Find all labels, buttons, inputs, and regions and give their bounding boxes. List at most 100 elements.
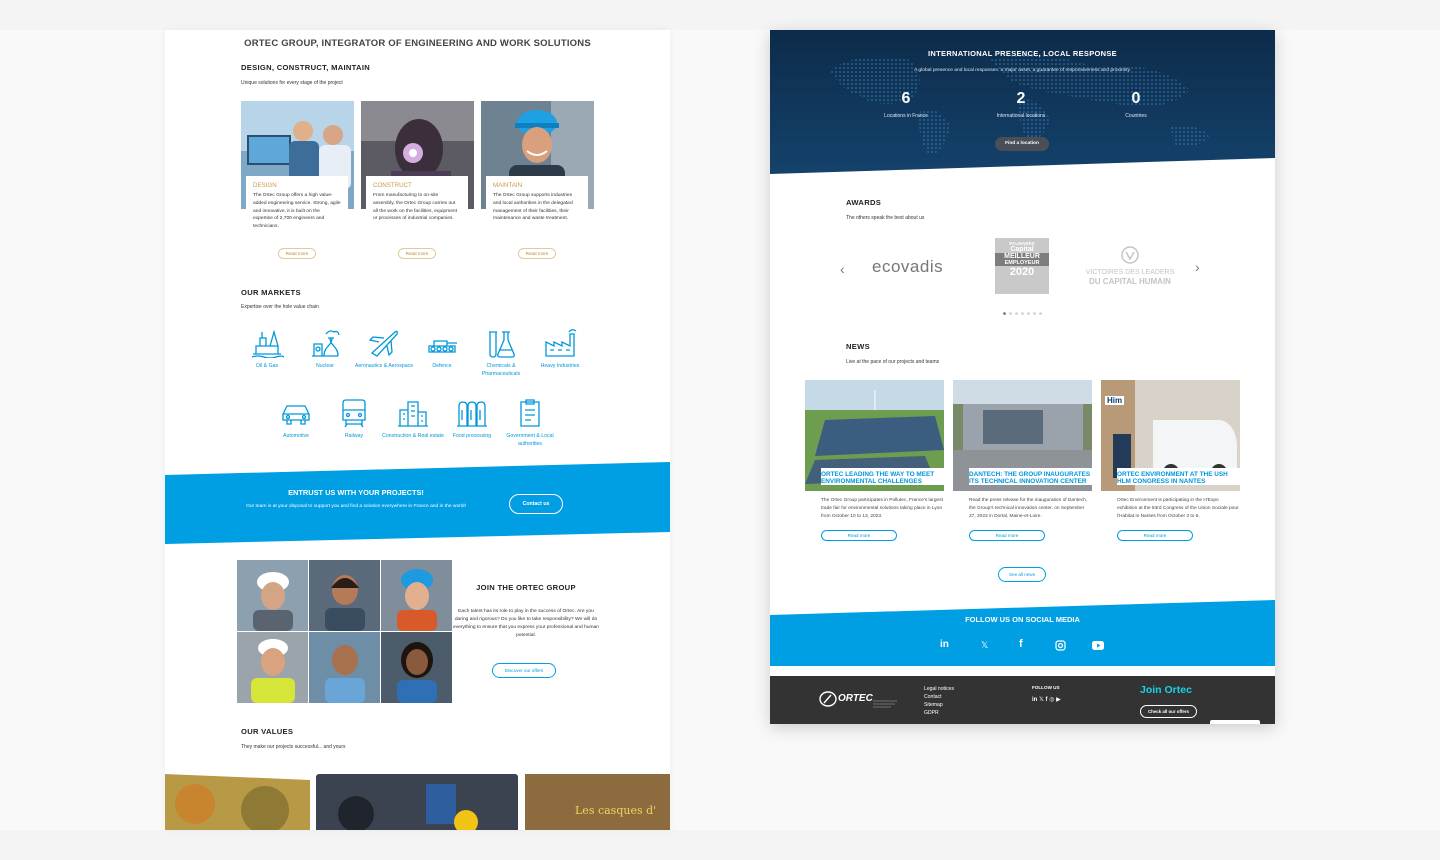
awards-subtitle: The others speak the best about us — [846, 215, 925, 221]
stat-value: 6 — [901, 90, 911, 107]
presence-subtitle: A global presence and local responses: a… — [914, 68, 1131, 73]
check-offers-button[interactable]: Check all our offers — [1140, 705, 1197, 718]
news-read-more-button[interactable]: Read more — [821, 530, 897, 541]
market-label: Automotive — [283, 433, 309, 439]
news-title[interactable]: DANTECH: THE GROUP INAUGURATES ITS TECHN… — [969, 468, 1092, 486]
market-food-processing[interactable]: Food processing — [441, 398, 503, 440]
x-icon[interactable]: 𝕏 — [1039, 697, 1044, 703]
palmares-line: Capital — [1010, 246, 1034, 253]
helmets-caption: Les casques d' — [575, 804, 657, 817]
market-label: Construction & Real estate — [382, 433, 444, 439]
news-text: Ortec Environment is participating in th… — [1117, 498, 1239, 519]
find-location-button[interactable]: Find a location — [995, 137, 1049, 151]
entrust-heading: ENTRUST US WITH YOUR PROJECTS! — [288, 488, 424, 497]
team-photo — [309, 632, 380, 703]
palmares-line: PALMARÈS — [1009, 241, 1035, 246]
news-read-more-button[interactable]: Read more — [969, 530, 1045, 541]
market-label: Chemicals & Pharmaceuticals — [481, 363, 521, 377]
market-heavy-industries[interactable]: Heavy Industries — [529, 328, 591, 370]
cookie-tab[interactable] — [1210, 720, 1260, 724]
maintain-card-title: MAINTAIN — [493, 182, 523, 189]
footer-links: Legal notices Contact Sitemap GDPR — [924, 685, 954, 717]
market-railway[interactable]: Railway — [323, 398, 385, 440]
awards-heading: AWARDS — [846, 198, 882, 207]
factory-icon — [545, 329, 577, 357]
market-aeronautics[interactable]: Aeronautics & Aerospace — [353, 328, 415, 370]
design-card-content: DESIGN The Ortec Group offers a high val… — [246, 176, 348, 242]
footer-link-legal[interactable]: Legal notices — [924, 685, 954, 693]
instagram-icon[interactable] — [1055, 640, 1066, 651]
buildings-icon — [398, 401, 428, 427]
market-construction[interactable]: Construction & Real estate — [382, 398, 444, 440]
market-nuclear[interactable]: Nuclear — [294, 328, 356, 370]
market-automotive[interactable]: Automotive — [265, 398, 327, 440]
maintain-read-more-button[interactable]: Read more — [518, 248, 556, 259]
facebook-icon[interactable]: f — [1019, 638, 1023, 650]
victoires-emblem-icon — [1121, 246, 1139, 264]
footer-link-sitemap[interactable]: Sitemap — [924, 701, 954, 709]
news-read-more-button[interactable]: Read more — [1117, 530, 1193, 541]
right-page: INTERNATIONAL PRESENCE, LOCAL RESPONSE A… — [770, 30, 1275, 724]
values-photo-autumn — [165, 774, 310, 830]
team-photo-grid — [237, 560, 453, 704]
left-page: ORTEC GROUP, INTEGRATOR OF ENGINEERING A… — [165, 30, 670, 830]
market-label: Defence — [432, 363, 452, 369]
footer-link-contact[interactable]: Contact — [924, 693, 954, 701]
linkedin-icon[interactable]: in — [940, 639, 949, 650]
train-icon — [342, 399, 366, 428]
linkedin-icon[interactable]: in — [1032, 697, 1037, 703]
market-chemicals[interactable]: Chemicals & Pharmaceuticals — [470, 328, 532, 378]
presence-heading: INTERNATIONAL PRESENCE, LOCAL RESPONSE — [928, 49, 1117, 58]
news-text: Read the press release for the inaugurat… — [969, 498, 1088, 519]
news-card[interactable]: DANTECH: THE GROUP INAUGURATES ITS TECHN… — [953, 380, 1092, 550]
team-photo — [381, 560, 452, 631]
youtube-icon[interactable] — [1092, 641, 1104, 650]
social-band — [770, 600, 1275, 666]
construct-card-text: From manufacturing to on-site assembly, … — [373, 193, 458, 222]
design-card: DESIGN The Ortec Group offers a high val… — [241, 101, 354, 266]
design-card-title: DESIGN — [253, 182, 277, 189]
news-card[interactable]: ORTEC LEADING THE WAY TO MEET ENVIRONMEN… — [805, 380, 944, 550]
footer-social-icons: in 𝕏 f ◎ ▶ — [1032, 696, 1061, 703]
design-read-more-button[interactable]: Read more — [278, 248, 316, 259]
stat-value: 0 — [1131, 90, 1141, 107]
carousel-dots[interactable] — [1003, 302, 1043, 315]
oil-rig-icon — [251, 329, 284, 358]
market-government[interactable]: Government & Local authorities — [499, 398, 561, 448]
design-heading: DESIGN, CONSTRUCT, MAINTAIN — [241, 63, 371, 72]
news-title[interactable]: ORTEC LEADING THE WAY TO MEET ENVIRONMEN… — [821, 468, 944, 486]
maintain-card-content: MAINTAIN The Ortec Group supports indust… — [486, 176, 588, 242]
car-icon — [282, 405, 310, 425]
values-photo-workers — [316, 774, 518, 830]
nuclear-plant-icon — [312, 330, 340, 357]
news-title[interactable]: ORTEC ENVIRONMENT AT THE USH HLM CONGRES… — [1117, 468, 1240, 486]
market-defence[interactable]: Defence — [411, 328, 473, 370]
x-icon[interactable]: 𝕏 — [981, 640, 988, 651]
page-title: ORTEC GROUP, INTEGRATOR OF ENGINEERING A… — [244, 38, 591, 49]
ortec-logo-icon — [819, 691, 837, 707]
market-oil-gas[interactable]: Oil & Gas — [236, 328, 298, 370]
youtube-icon[interactable]: ▶ — [1056, 697, 1061, 703]
stat-label: International locations — [996, 113, 1046, 119]
construct-read-more-button[interactable]: Read more — [398, 248, 436, 259]
construct-card-content: CONSTRUCT From manufacturing to on-site … — [366, 176, 468, 242]
news-card[interactable]: Him ORTEC ENVIRONMENT AT THE USH HLM CON… — [1101, 380, 1240, 550]
facebook-icon[interactable]: f — [1046, 697, 1048, 703]
chevron-right-icon[interactable]: › — [1195, 259, 1200, 275]
markets-heading: OUR MARKETS — [241, 288, 301, 297]
values-subtitle: They make our projects successful... and… — [241, 744, 346, 750]
chevron-left-icon[interactable]: ‹ — [840, 261, 845, 277]
maintain-card-text: The Ortec Group supports industries and … — [493, 193, 573, 222]
discover-offers-button[interactable]: Discover our offers — [492, 663, 556, 678]
news-text: The Ortec Group participates in Pollutec… — [821, 498, 943, 519]
team-photo — [381, 632, 452, 703]
see-all-news-button[interactable]: See all news — [998, 567, 1046, 582]
victoires-line: DU CAPITAL HUMAIN — [1089, 277, 1171, 286]
contact-us-button[interactable]: Contact us — [509, 494, 563, 514]
market-label: Heavy Industries — [540, 363, 580, 369]
instagram-icon[interactable]: ◎ — [1049, 697, 1054, 703]
victoires-logo: VICTOIRES DES LEADERS DU CAPITAL HUMAIN — [1082, 268, 1178, 286]
footer-link-gdpr[interactable]: GDPR — [924, 709, 954, 717]
document-icon — [520, 399, 540, 427]
stat-value: 2 — [1016, 90, 1026, 107]
